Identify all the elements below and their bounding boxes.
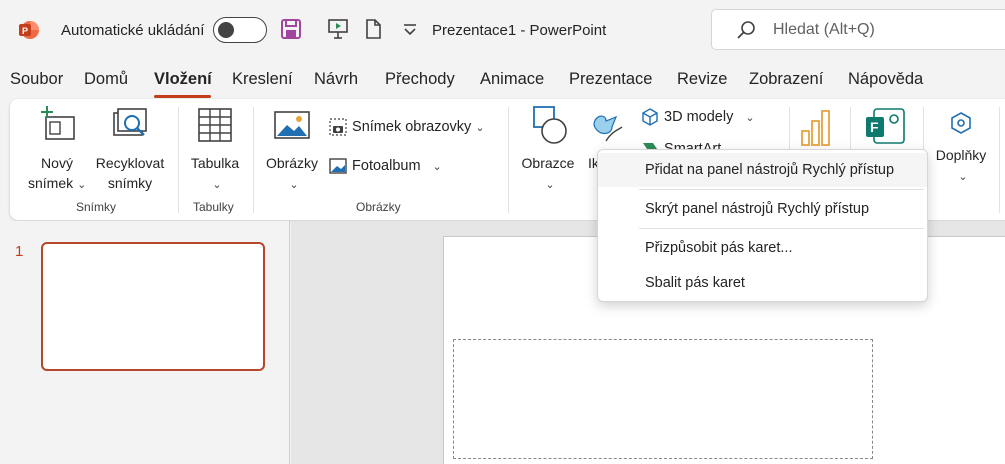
recycle-slides-label-2: snímky	[107, 175, 153, 191]
menu-item-collapse-ribbon[interactable]: Sbalit pás karet	[598, 266, 927, 300]
new-slide-label-2: snímek ⌄	[28, 173, 86, 195]
chart-icon[interactable]	[798, 107, 834, 147]
cube-icon	[642, 108, 658, 126]
search-placeholder: Hledat (Alt+Q)	[773, 21, 875, 38]
slide-thumbnail[interactable]	[41, 242, 265, 371]
new-slide-button[interactable]: Nový snímek ⌄	[28, 105, 86, 195]
recycle-slides-button[interactable]: Recyklovat snímky	[92, 105, 168, 193]
recycle-slides-icon	[113, 108, 147, 136]
screenshot-label: Snímek obrazovky	[352, 118, 472, 135]
context-menu: Přidat na panel nástrojů Rychlý přístup …	[597, 149, 928, 302]
chevron-down-icon: ⌄	[432, 160, 442, 173]
new-slide-label-1: Nový	[41, 155, 73, 171]
pictures-button[interactable]: Obrázky ⌄	[262, 105, 322, 195]
ribbon-tabs: Soubor Domů Vložení Kreslení Návrh Přech…	[0, 68, 1005, 98]
3d-models-label: 3D modely	[664, 108, 734, 125]
menu-item-customize-ribbon[interactable]: Přizpůsobit pás karet...	[598, 231, 927, 265]
screenshot-icon	[329, 118, 347, 136]
slide-number: 1	[15, 243, 24, 260]
photo-album-label: Fotoalbum	[352, 157, 421, 174]
chevron-down-icon: ⌄	[289, 179, 299, 191]
tab-animace[interactable]: Animace	[480, 70, 544, 89]
customize-qat-chevron-icon[interactable]	[398, 17, 422, 41]
search-box[interactable]: Hledat (Alt+Q)	[711, 9, 1005, 50]
svg-text:F: F	[870, 119, 879, 135]
save-icon[interactable]	[279, 17, 303, 41]
tab-kresleni[interactable]: Kreslení	[232, 70, 293, 89]
addins-label: Doplňky	[935, 147, 987, 163]
group-separator	[253, 107, 254, 213]
chevron-down-icon: ⌄	[545, 179, 555, 191]
tab-soubor[interactable]: Soubor	[10, 70, 63, 89]
chevron-down-icon: ⌄	[745, 111, 755, 124]
group-separator	[999, 107, 1000, 213]
chevron-down-icon: ⌄	[212, 179, 222, 191]
tab-prechody[interactable]: Přechody	[385, 70, 455, 89]
table-icon	[198, 108, 232, 142]
shapes-icon	[533, 106, 567, 144]
table-label: Tabulka	[190, 155, 240, 171]
pictures-icon	[274, 111, 310, 139]
group-label-slides: Snímky	[76, 200, 117, 214]
menu-separator	[639, 189, 924, 190]
group-separator	[178, 107, 179, 213]
search-icon	[737, 21, 755, 39]
group-separator	[508, 107, 509, 213]
toggle-knob	[218, 22, 234, 38]
menu-separator	[639, 228, 924, 229]
recycle-slides-label-1: Recyklovat	[95, 155, 165, 171]
tab-vlozeni[interactable]: Vložení	[154, 70, 212, 89]
new-slide-icon	[41, 106, 75, 140]
shapes-button[interactable]: Obrazce ⌄	[518, 105, 578, 195]
tab-navrh[interactable]: Návrh	[314, 70, 358, 89]
svg-text:P: P	[22, 26, 28, 36]
title-bar: P Automatické ukládání Prezentace1 - Pow…	[0, 0, 1005, 60]
menu-item-add-to-qat[interactable]: Přidat na panel nástrojů Rychlý přístup	[598, 153, 927, 187]
addins-button[interactable]: Doplňky ⌄	[930, 109, 992, 187]
chevron-down-icon: ⌄	[77, 179, 87, 191]
addins-icon	[951, 112, 971, 134]
chevron-down-icon: ⌄	[475, 121, 485, 134]
text-placeholder[interactable]	[453, 339, 873, 459]
3d-models-button[interactable]: 3D modely ⌄	[640, 107, 755, 127]
tab-zobrazeni[interactable]: Zobrazení	[749, 70, 823, 89]
slides-pane: 1	[0, 221, 290, 464]
powerpoint-logo-icon: P	[19, 21, 39, 39]
photo-album-button[interactable]: Fotoalbum ⌄	[328, 156, 442, 176]
new-slide-label-2-text: snímek	[28, 175, 74, 191]
icons-icon	[593, 115, 623, 142]
tab-napoveda[interactable]: Nápověda	[848, 70, 923, 89]
document-title: Prezentace1 - PowerPoint	[432, 22, 607, 39]
group-label-tables: Tabulky	[193, 200, 234, 214]
group-label-images: Obrázky	[356, 200, 401, 214]
tab-revize[interactable]: Revize	[677, 70, 727, 89]
start-presentation-icon[interactable]	[326, 17, 350, 41]
autosave-label: Automatické ukládání	[61, 22, 205, 39]
screenshot-button[interactable]: Snímek obrazovky ⌄	[328, 117, 485, 137]
shapes-label: Obrazce	[521, 155, 575, 171]
tab-prezentace[interactable]: Prezentace	[569, 70, 652, 89]
forms-icon[interactable]: F	[864, 107, 908, 147]
table-button[interactable]: Tabulka ⌄	[186, 105, 244, 195]
chevron-down-icon: ⌄	[958, 171, 968, 183]
autosave-toggle[interactable]	[213, 17, 267, 43]
photo-album-icon	[329, 158, 347, 174]
tab-domu[interactable]: Domů	[84, 70, 128, 89]
active-tab-underline	[154, 95, 211, 98]
new-document-icon[interactable]	[361, 17, 385, 41]
menu-item-hide-qat[interactable]: Skrýt panel nástrojů Rychlý přístup	[598, 192, 927, 226]
pictures-label: Obrázky	[265, 155, 319, 171]
